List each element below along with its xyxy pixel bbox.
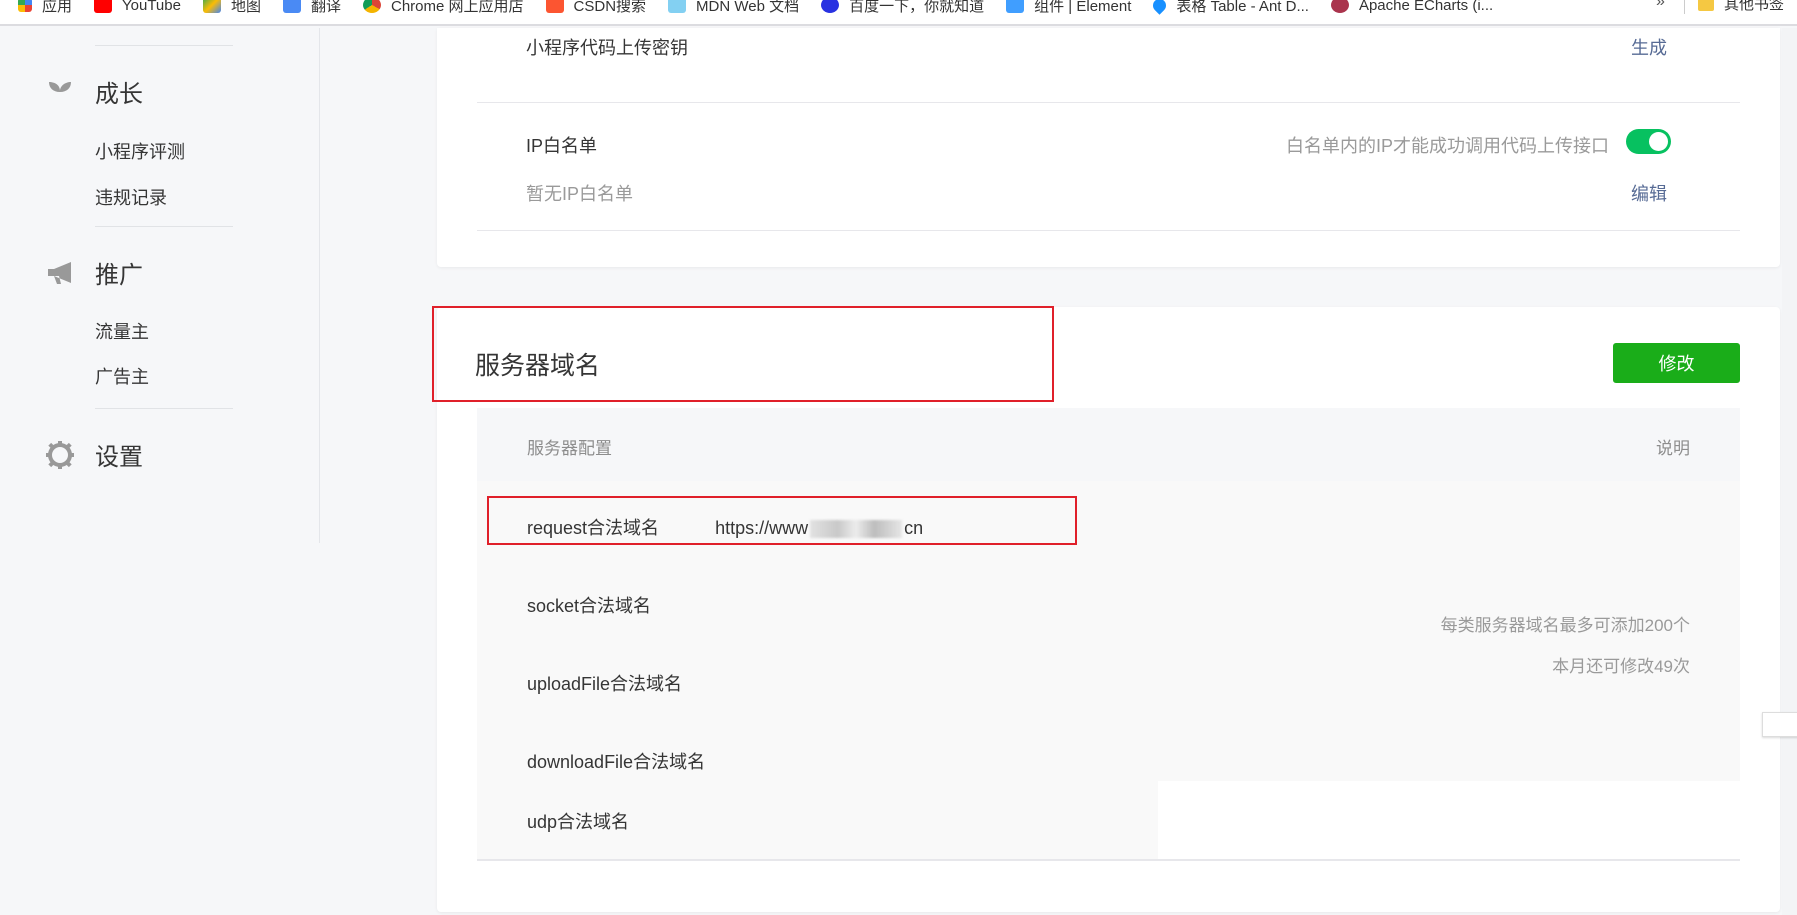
table-header: 服务器配置 说明 (477, 408, 1740, 481)
youtube-icon (94, 0, 113, 13)
folder-icon (1698, 0, 1714, 11)
table-row-udp: udp合法域名 (477, 781, 1158, 859)
row-divider (477, 230, 1740, 231)
bookmark-separator (1684, 0, 1685, 14)
ip-whitelist-hint: 白名单内的IP才能成功调用代码上传接口 (1285, 136, 1609, 156)
table-bottom-divider (477, 859, 1740, 861)
sidebar-divider (95, 226, 233, 227)
edit-ip-whitelist-link[interactable]: 编辑 (1631, 180, 1667, 206)
apps-grid-icon (18, 0, 32, 12)
note-remaining-edits: 本月还可修改49次 (1552, 657, 1690, 676)
sidebar-group-promotion[interactable]: 推广 (45, 255, 143, 290)
ip-whitelist-toggle[interactable] (1626, 129, 1671, 154)
header-note: 说明 (1656, 439, 1690, 458)
mdn-icon (668, 0, 687, 13)
server-domain-title: 服务器域名 (475, 352, 601, 380)
udp-label: udp合法域名 (527, 812, 630, 832)
bookmark-translate[interactable]: 翻译 (282, 0, 341, 15)
table-row-uploadfile: uploadFile合法域名 (527, 674, 683, 694)
ip-whitelist-label: IP白名单 (526, 136, 598, 156)
bookmark-element[interactable]: 组件 | Element (1006, 0, 1131, 15)
sidebar: 成长 小程序评测 违规记录 推广 流量主 广告主 设置 (0, 28, 320, 543)
chrome-webstore-icon (363, 0, 381, 13)
baidu-icon (821, 0, 840, 13)
echarts-icon (1330, 0, 1349, 13)
antd-icon (1150, 0, 1170, 15)
bookmark-bar: 应用 YouTube 地图 翻译 Chrome 网上应用店 CSDN搜索 MDN… (0, 0, 1797, 26)
bookmark-antd[interactable]: 表格 Table - Ant D... (1150, 0, 1309, 15)
note-max-domains: 每类服务器域名最多可添加200个 (1440, 616, 1690, 635)
row-divider (477, 102, 1740, 103)
sidebar-item-advertiser[interactable]: 广告主 (95, 363, 149, 389)
upload-secret-label: 小程序代码上传密钥 (526, 38, 688, 58)
maps-icon (202, 0, 221, 13)
table-body: request合法域名 https://www cn socket合法域名 upl… (477, 481, 1740, 781)
element-icon (1006, 0, 1025, 13)
bookmark-mdn[interactable]: MDN Web 文档 (668, 0, 799, 15)
gear-icon (45, 440, 75, 469)
sidebar-divider (95, 408, 233, 409)
megaphone-icon (45, 259, 75, 287)
header-config: 服务器配置 (527, 439, 612, 458)
translate-icon (282, 0, 301, 13)
bookmarks-more-button[interactable]: » (1656, 0, 1665, 11)
table-row-request: request合法域名 https://www cn (527, 518, 924, 539)
page-right-gutter (1782, 28, 1797, 915)
bookmark-maps[interactable]: 地图 (202, 0, 261, 15)
sidebar-group-settings[interactable]: 设置 (45, 437, 143, 472)
server-domain-card: 服务器域名 修改 服务器配置 说明 request合法域名 https://ww… (437, 307, 1780, 912)
request-domain-value: https://www cn (715, 518, 924, 539)
floating-thumbnail[interactable] (1762, 712, 1797, 737)
bookmark-apps[interactable]: 应用 (18, 0, 72, 15)
sidebar-item-evaluation[interactable]: 小程序评测 (95, 138, 185, 164)
sidebar-item-traffic-owner[interactable]: 流量主 (95, 318, 149, 344)
table-row-socket: socket合法域名 (527, 596, 652, 616)
sidebar-item-violations[interactable]: 违规记录 (95, 184, 167, 210)
bookmark-youtube[interactable]: YouTube (94, 0, 181, 15)
generate-secret-link[interactable]: 生成 (1631, 34, 1667, 60)
other-bookmarks[interactable]: 其他书签 (1698, 0, 1784, 14)
modify-button[interactable]: 修改 (1613, 343, 1740, 383)
csdn-icon (545, 0, 564, 13)
bookmark-chrome-webstore[interactable]: Chrome 网上应用店 (363, 0, 524, 15)
sidebar-divider (95, 45, 233, 46)
table-row-downloadfile: downloadFile合法域名 (527, 752, 706, 772)
sidebar-group-growth[interactable]: 成长 (45, 74, 143, 109)
bookmark-csdn[interactable]: CSDN搜索 (545, 0, 646, 15)
upload-settings-card: 小程序代码上传密钥 生成 IP白名单 白名单内的IP才能成功调用代码上传接口 暂… (437, 28, 1780, 267)
bookmark-echarts[interactable]: Apache ECharts (i... (1330, 0, 1493, 15)
redacted-text (810, 520, 903, 539)
bookmark-baidu[interactable]: 百度一下，你就知道 (821, 0, 984, 15)
sprout-icon (45, 78, 75, 106)
ip-whitelist-empty: 暂无IP白名单 (526, 184, 634, 204)
